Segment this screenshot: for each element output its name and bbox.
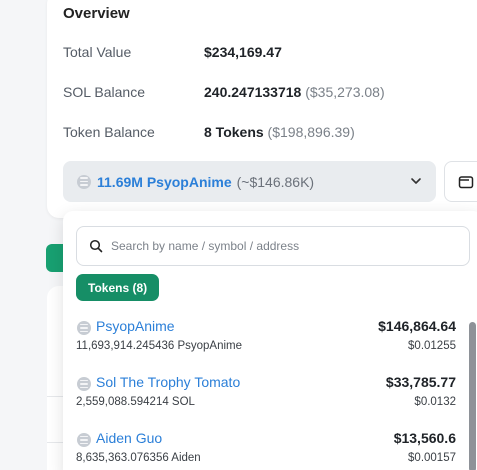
token-name[interactable]: PsyopAnime — [96, 318, 175, 334]
tokens-filter-chip[interactable]: Tokens (8) — [76, 274, 160, 301]
search-icon — [89, 239, 103, 253]
sol-balance-usd: ($35,273.08) — [305, 84, 385, 100]
search-input[interactable] — [111, 239, 451, 253]
selected-token-name: 11.69M PsyopAnime — [97, 173, 232, 190]
chevron-down-icon — [411, 178, 421, 184]
sol-balance-amount: 240.247133718 — [204, 84, 302, 100]
token-search[interactable] — [76, 226, 470, 266]
token-selector[interactable]: 11.69M PsyopAnime (~$146.86K) — [63, 161, 436, 202]
coin-icon — [77, 174, 91, 189]
token-value: $33,785.77 — [385, 374, 456, 390]
token-name[interactable]: Sol The Trophy Tomato — [96, 374, 240, 390]
overview-title: Overview — [63, 5, 130, 22]
sol-balance: 240.247133718 ($35,273.08) — [204, 84, 385, 100]
token-price: $0.01255 — [408, 340, 456, 352]
dropdown-scrollbar[interactable] — [469, 322, 476, 470]
sol-balance-label: SOL Balance — [63, 84, 145, 100]
selected-token-value: (~$146.86K) — [236, 173, 315, 190]
token-value: $13,560.6 — [393, 430, 456, 446]
token-balance-label: Token Balance — [63, 124, 155, 140]
token-price: $0.0132 — [414, 396, 456, 408]
total-value-label: Total Value — [63, 44, 132, 60]
total-value: $234,169.47 — [204, 44, 282, 60]
coin-icon — [77, 377, 91, 391]
token-list-item[interactable]: PsyopAnime 11,693,914.245436 PsyopAnime … — [76, 318, 456, 362]
token-balance-count: 8 Tokens — [204, 124, 264, 140]
token-name[interactable]: Aiden Guo — [96, 430, 162, 446]
token-value: $146,864.64 — [378, 318, 456, 334]
token-list-item[interactable]: Sol The Trophy Tomato 2,559,088.594214 S… — [76, 374, 456, 418]
coin-icon — [77, 321, 91, 335]
token-amount: 11,693,914.245436 PsyopAnime — [76, 340, 243, 352]
token-amount: 8,635,363.076356 Aiden — [76, 452, 201, 464]
token-list-item[interactable]: Aiden Guo 8,635,363.076356 Aiden $13,560… — [76, 430, 456, 470]
wallet-button[interactable] — [444, 161, 477, 202]
wallet-icon — [458, 175, 474, 188]
coin-icon — [77, 433, 91, 447]
token-balance: 8 Tokens ($198,896.39) — [204, 124, 355, 140]
token-amount: 2,559,088.594214 SOL — [76, 396, 195, 408]
token-balance-usd: ($198,896.39) — [267, 124, 355, 140]
token-price: $0.00157 — [408, 452, 456, 464]
